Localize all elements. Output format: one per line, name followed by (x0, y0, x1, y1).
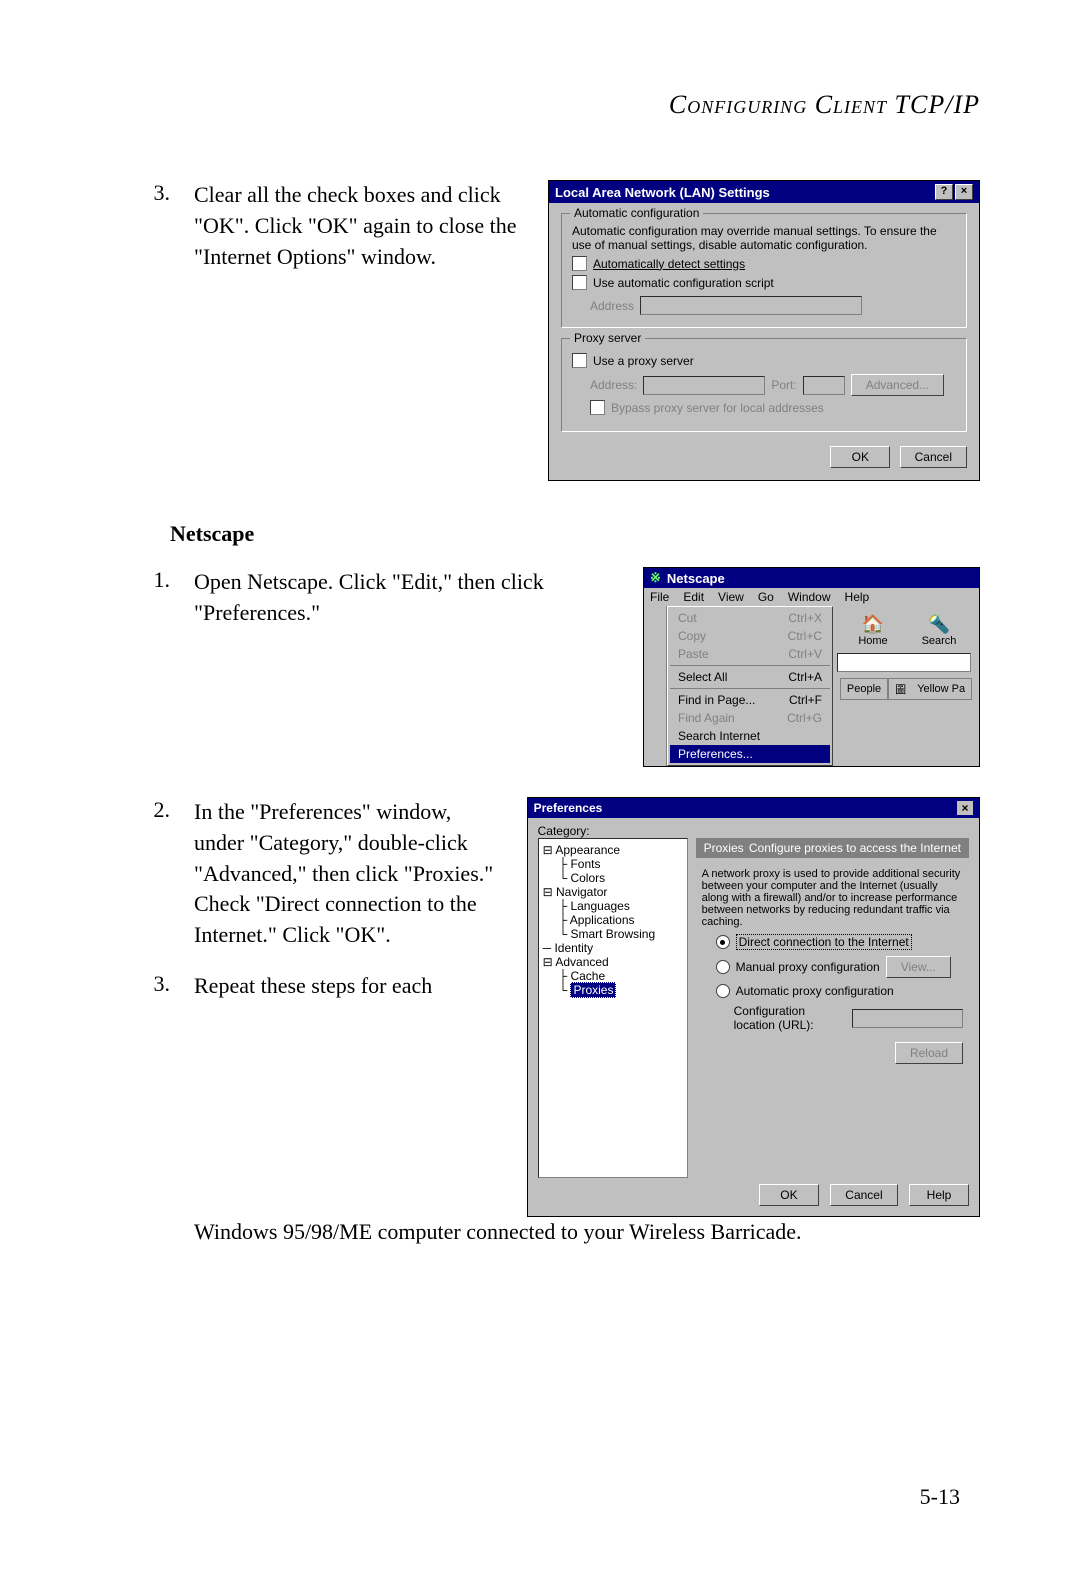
dialog-title: Preferences (534, 801, 603, 815)
radio-manual[interactable] (716, 960, 730, 974)
advanced-button: Advanced... (851, 374, 944, 396)
checkbox-script[interactable] (572, 275, 587, 290)
help-icon[interactable]: ? (935, 184, 953, 200)
config-url-input (852, 1009, 963, 1028)
rb-label: Direct connection to the Internet (736, 934, 912, 950)
group-legend: Automatic configuration (570, 206, 703, 220)
radio-direct[interactable] (716, 935, 730, 949)
menubar[interactable]: File Edit View Go Window Help (644, 588, 979, 606)
step-text: Clear all the check boxes and click "OK"… (194, 180, 524, 481)
menu-go[interactable]: Go (758, 590, 774, 604)
lan-settings-dialog: Local Area Network (LAN) Settings ? × Au… (548, 180, 980, 481)
menu-edit[interactable]: Edit (683, 590, 704, 604)
checkbox-detect[interactable] (572, 256, 587, 271)
ok-button[interactable]: OK (830, 446, 890, 468)
view-button: View... (886, 956, 951, 978)
checkbox-proxy[interactable] (572, 353, 587, 368)
rb-label: Automatic proxy configuration (736, 984, 894, 998)
step-text-partial: Repeat these steps for each (194, 971, 503, 1002)
proxy-addr-label: Address: (590, 378, 637, 392)
menu-view[interactable]: View (718, 590, 744, 604)
menu-item-copy: CopyCtrl+C (670, 627, 830, 645)
proxies-description: A network proxy is used to provide addit… (702, 868, 963, 928)
checkbox-bypass (590, 400, 605, 415)
preferences-dialog: Preferences × Category: ⊟ Appearance ├ F… (527, 797, 980, 1217)
page-header: Configuring Client TCP/IP (100, 90, 980, 120)
category-tree[interactable]: ⊟ Appearance ├ Fonts └ Colors ⊟ Navigato… (538, 838, 688, 1178)
reload-button: Reload (895, 1042, 963, 1064)
menu-item-select-all[interactable]: Select AllCtrl+A (670, 668, 830, 686)
proxy-port-label: Port: (771, 378, 796, 392)
section-heading: Netscape (170, 521, 980, 547)
panel-subtitle: Configure proxies to access the Internet (749, 841, 961, 855)
step-number: 3. (140, 180, 170, 481)
proxy-port-input (803, 376, 845, 395)
cb-label: Automatically detect settings (593, 257, 745, 271)
menu-item-cut: CutCtrl+X (670, 609, 830, 627)
dialog-title: Local Area Network (LAN) Settings (555, 185, 770, 200)
ok-button[interactable]: OK (759, 1184, 819, 1206)
menu-help[interactable]: Help (845, 590, 870, 604)
menu-item-search-internet[interactable]: Search Internet (670, 727, 830, 745)
rb-label: Manual proxy configuration (736, 960, 880, 974)
radio-auto[interactable] (716, 984, 730, 998)
step-number: 2. (140, 797, 170, 951)
menu-item-find[interactable]: Find in Page...Ctrl+F (670, 691, 830, 709)
cb-label: Bypass proxy server for local addresses (611, 401, 824, 415)
close-icon[interactable]: × (957, 801, 973, 815)
netscape-window: ※ Netscape File Edit View Go Window Help… (643, 567, 980, 767)
location-input[interactable] (837, 653, 971, 672)
cancel-button[interactable]: Cancel (830, 1184, 897, 1206)
edit-dropdown: CutCtrl+X CopyCtrl+C PasteCtrl+V Select … (667, 606, 833, 766)
cb-label: Use automatic configuration script (593, 276, 774, 290)
app-icon: ※ (650, 570, 661, 586)
menu-item-paste: PasteCtrl+V (670, 645, 830, 663)
step-text: Open Netscape. Click "Edit," then click … (194, 567, 619, 767)
menu-window[interactable]: Window (788, 590, 831, 604)
people-button[interactable]: People (840, 678, 888, 700)
menu-item-preferences[interactable]: Preferences... (670, 745, 830, 763)
search-icon[interactable]: 🔦Search (915, 614, 963, 647)
auto-desc: Automatic configuration may override man… (572, 224, 956, 252)
window-title: Netscape (667, 571, 725, 586)
proxy-addr-input (643, 376, 765, 395)
yellow-pages-button[interactable]: 圖 Yellow Pa (888, 678, 972, 700)
address-label: Address (590, 299, 634, 313)
page-number: 5-13 (920, 1484, 960, 1510)
close-icon[interactable]: × (955, 184, 973, 200)
step3-continuation: Windows 95/98/ME computer connected to y… (194, 1217, 980, 1248)
step-text: In the "Preferences" window, under "Cate… (194, 797, 503, 951)
sidebar (644, 606, 667, 766)
panel-title: Proxies (704, 841, 744, 855)
help-button[interactable]: Help (909, 1184, 969, 1206)
tree-selected-proxies[interactable]: Proxies (570, 982, 616, 998)
cancel-button[interactable]: Cancel (900, 446, 967, 468)
cb-label: Use a proxy server (593, 354, 694, 368)
step-number: 3. (140, 971, 170, 1002)
category-label: Category: (538, 824, 969, 838)
group-legend: Proxy server (570, 331, 645, 345)
menu-file[interactable]: File (650, 590, 669, 604)
url-label: Configuration location (URL): (734, 1004, 846, 1032)
home-icon[interactable]: 🏠Home (849, 614, 897, 647)
step-number: 1. (140, 567, 170, 767)
menu-item-find-again: Find AgainCtrl+G (670, 709, 830, 727)
address-input (640, 296, 862, 315)
